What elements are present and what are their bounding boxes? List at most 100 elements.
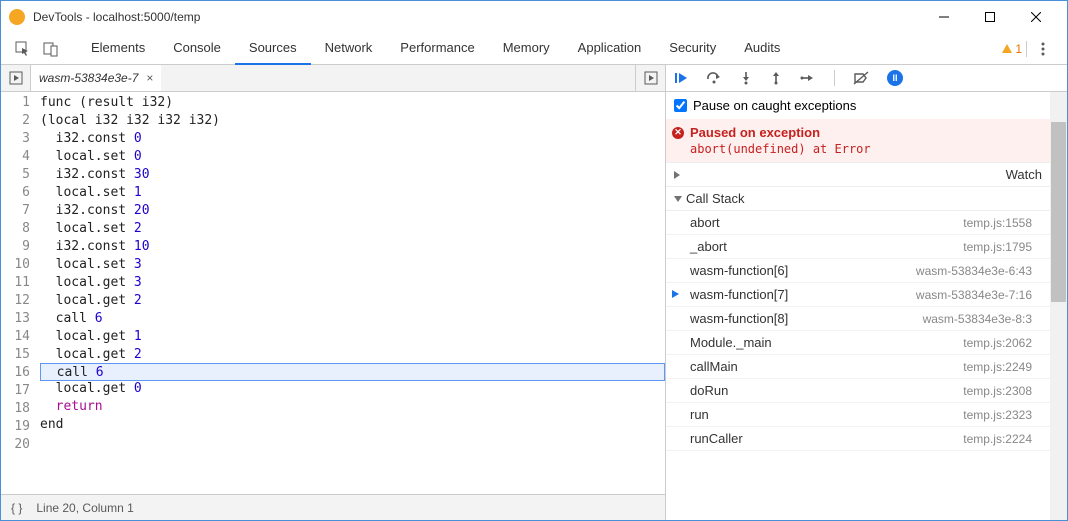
stack-frame-location: temp.js:2249	[963, 360, 1032, 374]
stack-frame[interactable]: abort temp.js:1558	[666, 211, 1050, 235]
error-icon: ✕	[672, 127, 684, 139]
code-line[interactable]: (local i32 i32 i32 i32)	[40, 112, 665, 130]
warning-badge[interactable]: 1	[1001, 42, 1022, 56]
stack-frame[interactable]: runCaller temp.js:2224	[666, 427, 1050, 451]
navigator-toggle-icon[interactable]	[1, 65, 31, 91]
code-area[interactable]: func (result i32)(local i32 i32 i32 i32)…	[36, 92, 665, 494]
panel-tab-application[interactable]: Application	[564, 32, 656, 65]
step-out-icon[interactable]	[770, 71, 782, 85]
deactivate-breakpoints-icon[interactable]	[853, 71, 869, 85]
file-tab-bar: wasm-53834e3e-7 ×	[1, 65, 665, 92]
cursor-position: Line 20, Column 1	[36, 501, 133, 515]
line-gutter: 1234567891011121314151617181920	[1, 92, 36, 494]
code-line[interactable]: i32.const 30	[40, 166, 665, 184]
stack-frame[interactable]: run temp.js:2323	[666, 403, 1050, 427]
device-toggle-icon[interactable]	[37, 35, 65, 63]
pause-on-exceptions-icon[interactable]: II	[887, 70, 903, 86]
stack-frame-function: doRun	[690, 383, 728, 398]
stack-frame-location: temp.js:1795	[963, 240, 1032, 254]
code-line[interactable]: local.get 1	[40, 328, 665, 346]
exception-title: Paused on exception	[690, 125, 820, 140]
stack-frame-function: Module._main	[690, 335, 772, 350]
stack-frame-function: _abort	[690, 239, 727, 254]
stack-frame[interactable]: Module._maintemp.js:2062	[666, 331, 1050, 355]
code-line[interactable]: local.set 2	[40, 220, 665, 238]
stack-frame-location: temp.js:1558	[963, 216, 1032, 230]
code-line[interactable]: local.get 3	[40, 274, 665, 292]
close-tab-icon[interactable]: ×	[146, 71, 153, 85]
watch-section-header[interactable]: Watch	[666, 163, 1050, 187]
panel-tab-security[interactable]: Security	[655, 32, 730, 65]
scrollbar[interactable]	[1050, 92, 1067, 520]
code-line[interactable]: local.get 2	[40, 292, 665, 310]
step-into-icon[interactable]	[740, 71, 752, 85]
stack-frame-function: run	[690, 407, 709, 422]
warning-count: 1	[1015, 42, 1022, 56]
code-line[interactable]: end	[40, 416, 665, 434]
more-menu-icon[interactable]	[1031, 37, 1055, 61]
resume-icon[interactable]	[674, 71, 688, 85]
code-line[interactable]	[40, 434, 665, 452]
stack-frame-function: abort	[690, 215, 720, 230]
panel-tab-sources[interactable]: Sources	[235, 32, 311, 65]
code-editor[interactable]: 1234567891011121314151617181920 func (re…	[1, 92, 665, 494]
code-line[interactable]: local.get 2	[40, 346, 665, 364]
close-button[interactable]	[1013, 1, 1059, 33]
stack-frame[interactable]: wasm-function[7]wasm-53834e3e-7:16	[666, 283, 1050, 307]
stack-frame[interactable]: _abort temp.js:1795	[666, 235, 1050, 259]
inspect-element-icon[interactable]	[9, 35, 37, 63]
code-line[interactable]: i32.const 20	[40, 202, 665, 220]
stack-frame-location: wasm-53834e3e-6:43	[916, 264, 1032, 278]
exception-detail: abort(undefined) at Error	[690, 142, 1042, 156]
stack-frame-location: temp.js:2224	[963, 432, 1032, 446]
warning-icon	[1001, 43, 1013, 55]
stack-frame[interactable]: doRun temp.js:2308	[666, 379, 1050, 403]
panel-tabs: ElementsConsoleSourcesNetworkPerformance…	[77, 32, 1001, 65]
sources-panel: wasm-53834e3e-7 × 1234567891011121314151…	[1, 65, 666, 520]
code-line[interactable]: call 6	[40, 310, 665, 328]
stack-frame-function: wasm-function[6]	[690, 263, 788, 278]
maximize-button[interactable]	[967, 1, 1013, 33]
debugger-pane-toggle-icon[interactable]	[635, 65, 665, 91]
panel-tab-console[interactable]: Console	[159, 32, 235, 65]
callstack-label: Call Stack	[686, 191, 745, 206]
stack-frame-location: wasm-53834e3e-8:3	[923, 312, 1032, 326]
code-line[interactable]: i32.const 0	[40, 130, 665, 148]
window-titlebar: DevTools - localhost:5000/temp	[1, 1, 1067, 33]
stack-frame[interactable]: wasm-function[6] wasm-53834e3e-6:43	[666, 259, 1050, 283]
panel-tab-audits[interactable]: Audits	[730, 32, 794, 65]
stack-frame-location: temp.js:2308	[963, 384, 1032, 398]
chevron-right-icon	[674, 171, 1002, 179]
step-over-icon[interactable]	[706, 71, 722, 85]
code-line[interactable]: local.set 3	[40, 256, 665, 274]
code-line[interactable]: i32.const 10	[40, 238, 665, 256]
panel-tab-network[interactable]: Network	[311, 32, 387, 65]
code-line[interactable]: return	[40, 398, 665, 416]
code-line[interactable]: local.get 0	[40, 380, 665, 398]
debug-controls: II	[666, 65, 1067, 92]
stack-frame[interactable]: wasm-function[8]wasm-53834e3e-8:3	[666, 307, 1050, 331]
minimize-button[interactable]	[921, 1, 967, 33]
pause-on-caught-row: Pause on caught exceptions	[666, 92, 1050, 119]
step-icon[interactable]	[800, 71, 816, 85]
stack-frame-function: runCaller	[690, 431, 743, 446]
editor-statusbar: { } Line 20, Column 1	[1, 494, 665, 520]
code-line[interactable]: call 6	[40, 363, 665, 381]
file-tab-name: wasm-53834e3e-7	[39, 71, 138, 85]
callstack-section-header[interactable]: Call Stack	[666, 187, 1050, 211]
stack-frame-function: wasm-function[7]	[690, 287, 788, 302]
stack-frame-location: temp.js:2323	[963, 408, 1032, 422]
scrollbar-thumb[interactable]	[1051, 122, 1066, 302]
panel-tab-memory[interactable]: Memory	[489, 32, 564, 65]
code-line[interactable]: func (result i32)	[40, 94, 665, 112]
code-line[interactable]: local.set 1	[40, 184, 665, 202]
stack-frame-function: callMain	[690, 359, 738, 374]
braces-icon[interactable]: { }	[11, 501, 22, 515]
panel-tab-elements[interactable]: Elements	[77, 32, 159, 65]
call-stack-list: abort temp.js:1558 _abort temp.js:1795 wasm-…	[666, 211, 1050, 451]
stack-frame[interactable]: callMain temp.js:2249	[666, 355, 1050, 379]
panel-tab-performance[interactable]: Performance	[386, 32, 488, 65]
pause-on-caught-checkbox[interactable]	[674, 99, 687, 112]
file-tab[interactable]: wasm-53834e3e-7 ×	[31, 65, 161, 91]
code-line[interactable]: local.set 0	[40, 148, 665, 166]
